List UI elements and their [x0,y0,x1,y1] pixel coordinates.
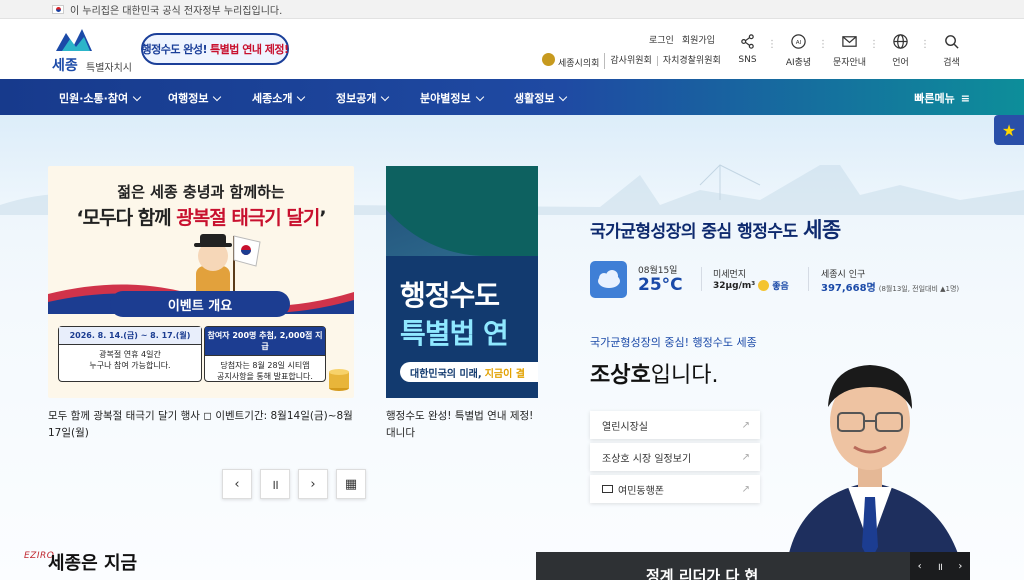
weather-divider [701,267,702,291]
news-banner-text: 정계 리더가 다 현 [646,567,759,580]
council-seal-icon [542,53,555,66]
chevron-left-icon: ‹ [234,476,240,492]
nav-item-disclosure[interactable]: 정보공개 [336,90,388,106]
chungnyeong-character-icon [194,234,261,298]
chevron-right-icon: › [310,476,316,492]
search-label: 검색 [943,58,960,68]
svg-text:AI: AI [796,40,802,46]
page: 이 누리집은 대한민국 공식 전자정부 누리집입니다. 세종 특별자치시 행정수… [0,0,1024,580]
council-link[interactable]: 세종시의회 [537,53,606,69]
language-button[interactable]: 언어 [875,33,930,68]
sejong-logo[interactable]: 세종 특별자치시 [48,27,133,74]
sns-label: SNS [738,55,757,65]
header-tools: SNS AI AI충녕 문자안내 언어 검색 [722,33,977,68]
slide1-title2: ‘모두다 함께 광복절 태극기 달기’ [76,207,326,229]
event-overview-ribbon: 이벤트 개요 [110,291,290,317]
related-links: 세종시의회 감사위원회 자치경찰위원회 [537,53,726,69]
member-links: 로그인 회원가입 [649,33,715,46]
banner-slide-capital-act[interactable]: 행정수도 특별법 연 대한민국의 미래, 지금이 결 [386,166,538,398]
weather-temperature: 25°C [638,275,683,295]
hero-section: ★ 젊은 세종 충녕과 함께하는 ‘모두다 함께 광복절 태극기 달기’ 이벤트… [0,115,1024,580]
slider-next-button[interactable]: › [298,469,328,499]
logo-sub: 특별자치시 [86,63,132,74]
mayor-schedule-link[interactable]: 조상호 시장 일정보기 [590,443,760,471]
city-tagline: 국가균형성장의 중심 행정수도 세종 [590,218,841,242]
banner-slide-flag-event[interactable]: 젊은 세종 충녕과 함께하는 ‘모두다 함께 광복절 태극기 달기’ 이벤트 개… [48,166,354,398]
language-label: 언어 [892,58,909,68]
slide2-title2: 특별법 연 [400,317,509,350]
share-icon [741,34,754,49]
grid-icon: ▦ [344,476,358,492]
header: 세종 특별자치시 행정수도 완성! 특별법 연내 제정! 로그인 회원가입 세종… [0,19,1024,79]
nav-item-civil[interactable]: 민원·소통·참여 [59,90,140,106]
news-prev-button[interactable]: ‹ [918,561,922,572]
section-title-now: 세종은 지금 [48,553,138,574]
pause-icon: ॥ [271,478,279,493]
slide1-caption[interactable]: 모두 함께 광복절 태극기 달기 행사 ◻ 이벤트기간: 8월14일(금)~8월… [48,408,354,444]
sns-button[interactable]: SNS [722,33,777,68]
sms-button[interactable]: 문자안내 [824,33,879,68]
promo-badge-text1: 행정수도 완성! [141,43,208,56]
logo-name: 세종 [52,58,78,74]
promo-badge-text2: 특별법 연내 제정! [210,43,289,56]
gov-banner-text[interactable]: 이 누리집은 대한민국 공식 전자정부 누리집입니다. [70,2,282,17]
mail-icon [602,485,613,493]
slider-controls: ‹ ॥ › ▦ [222,469,366,499]
fine-dust-value: 32μg/m³ 좋음 [713,280,789,292]
event-period-box: 2026. 8. 14.(금) ~ 8. 17.(월) 광복절 연휴 4일간 누구… [58,326,202,382]
audit-link[interactable]: 감사위원회 [605,56,658,66]
police-link[interactable]: 자치경찰위원회 [658,56,726,66]
nav-item-travel[interactable]: 여행정보 [168,90,220,106]
mayor-subtitle: 국가균형성장의 중심! 행정수도 세종 [590,336,757,349]
mayor-portrait [785,365,965,580]
login-link[interactable]: 로그인 [649,33,674,46]
star-icon: ★ [1001,120,1017,140]
favorite-star-button[interactable]: ★ [994,115,1024,145]
promo-badge[interactable]: 행정수도 완성! 특별법 연내 제정! [141,33,289,65]
search-button[interactable]: 검색 [926,33,977,68]
nav-item-about[interactable]: 세종소개 [252,90,304,106]
slide1-title1: 젊은 세종 충녕과 함께하는 [117,183,285,201]
yeomin-phone-link[interactable]: 여민동행폰 [590,475,760,503]
population-value: 397,668명 (8월13일, 전일대비 ▲1명) [821,283,960,294]
news-controls: ‹ ॥ › [910,552,970,580]
news-next-button[interactable]: › [958,561,962,572]
korea-flag-icon [52,4,64,14]
main-navigation: 민원·소통·참여 여행정보 세종소개 정보공개 분야별정보 생활정보 빠른메뉴 [0,79,1024,115]
search-icon [945,35,959,49]
nav-item-life[interactable]: 생활정보 [514,90,566,106]
slide2-title1: 행정수도 [400,279,500,312]
slider-prev-button[interactable]: ‹ [222,469,252,499]
slide2-caption[interactable]: 행정수도 완성! 특별법 연내 제정! 대니다 [386,408,538,444]
weather-divider [808,267,809,291]
smile-face-icon [758,280,770,291]
mayor-name: 조상호입니다. [590,363,719,388]
slider-pause-button[interactable]: ॥ [260,469,290,499]
gov-banner: 이 누리집은 대한민국 공식 전자정부 누리집입니다. [0,0,1024,19]
ai-label: AI충녕 [785,58,812,68]
join-link[interactable]: 회원가입 [682,33,715,46]
sms-label: 문자안내 [832,58,867,68]
event-prize-box: 참여자 200명 추첨, 2,000점 지급 당첨자는 8월 28일 시티앱 공지… [204,326,326,382]
news-pause-button[interactable]: ॥ [937,559,943,573]
sejong-logo-mark-icon [56,29,92,51]
nav-item-fields[interactable]: 분야별정보 [420,90,483,106]
quick-menu-button[interactable]: 빠른메뉴 [914,90,970,106]
open-mayor-office-link[interactable]: 열린시장실 [590,411,760,439]
ai-chungnyeong-button[interactable]: AI AI충녕 [773,33,828,68]
ai-bot-icon: AI [791,34,806,49]
news-banner[interactable]: 정계 리더가 다 현 ‹ ॥ › [536,552,970,580]
globe-icon [893,34,908,49]
slider-all-button[interactable]: ▦ [336,469,366,499]
slide2-tagline-bar: 대한민국의 미래, 지금이 결 [400,362,538,382]
weather-cloud-icon [590,261,627,298]
coins-icon [329,369,349,391]
envelope-icon [842,36,857,47]
